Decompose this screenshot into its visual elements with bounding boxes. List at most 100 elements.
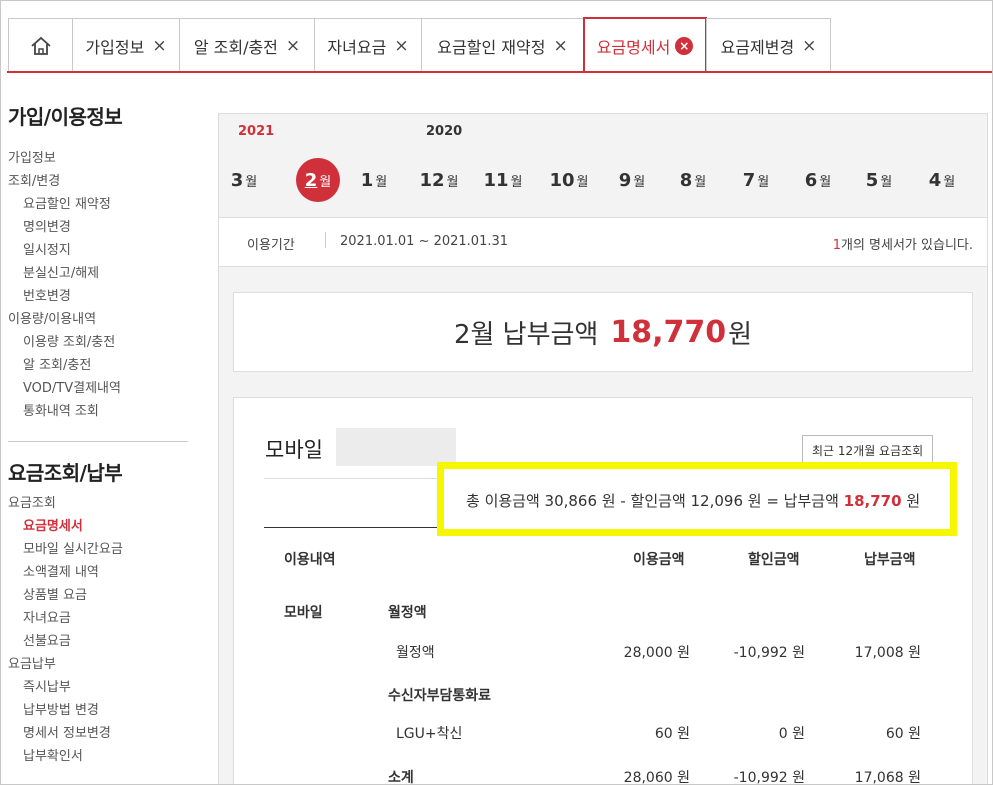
close-icon[interactable]: × (394, 36, 408, 56)
month-item[interactable]: 7월 (734, 158, 778, 202)
subtotal-label: 소계 (388, 770, 414, 785)
month-unit: 월 (319, 174, 332, 190)
month-number: 10 (549, 169, 575, 191)
tab-label: 요금제변경 (720, 38, 795, 57)
month-item[interactable]: 1월 (352, 158, 396, 202)
tab-home[interactable] (8, 18, 73, 73)
service-title: 모바일 (265, 438, 323, 462)
close-icon[interactable]: × (152, 36, 166, 56)
month-item[interactable]: 6월 (796, 158, 840, 202)
usage-amount-cell: 28,060 원 (623, 770, 690, 785)
divider (325, 232, 326, 248)
tab-label: 자녀요금 (327, 38, 387, 57)
close-icon[interactable]: × (286, 36, 300, 56)
sidebar-item[interactable]: 분실신고/해제 (8, 262, 188, 285)
item-label: LGU+착신 (396, 726, 463, 742)
summary-amount: 18,770 (843, 492, 902, 510)
month-item[interactable]: 5월 (857, 158, 901, 202)
sidebar-item[interactable]: VOD/TV결제내역 (8, 377, 188, 400)
sidebar-item[interactable]: 명세서 정보변경 (8, 722, 188, 745)
month-item[interactable]: 10 월 (547, 158, 591, 202)
tab-discount-renewal[interactable]: 요금할인 재약정 × (421, 18, 584, 73)
month-number: 12 (419, 169, 445, 191)
month-item[interactable]: 12 월 (417, 158, 461, 202)
pay-amount-cell: 60 원 (885, 726, 921, 742)
payment-unit: 원 (728, 319, 753, 350)
close-icon[interactable]: × (802, 36, 816, 56)
close-icon[interactable]: × (675, 37, 694, 55)
sidebar-item[interactable]: 요금납부 (8, 653, 188, 676)
sidebar-section-2: 요금조회 요금명세서 모바일 실시간요금 소액결제 내역 상품별 요금 자녀요금 선불요금 요… (8, 492, 188, 768)
sidebar-item[interactable]: 이용량/이용내역 (8, 308, 188, 331)
tab-al-charge[interactable]: 알 조회/충전 × (179, 18, 315, 73)
sidebar-item[interactable]: 상품별 요금 (8, 584, 188, 607)
tab-bill-statement[interactable]: 요금명세서 × (583, 17, 707, 73)
sidebar-section-1: 가입정보 조회/변경 요금할인 재약정 명의변경 일시정지 분실신고/해제 번호변경 이용량/… (8, 147, 188, 423)
sidebar-item[interactable]: 소액결제 내역 (8, 561, 188, 584)
month-number: 8 (679, 169, 693, 191)
app-frame: 가입정보 × 알 조회/충전 × 자녀요금 × 요금할인 재약정 × 요금명세서… (0, 0, 993, 785)
statement-count-number: 1 (832, 238, 841, 253)
month-unit: 월 (375, 174, 388, 190)
statement-count: 1개의 명세서가 있습니다. (833, 234, 973, 253)
sidebar-item[interactable]: 납부방법 변경 (8, 699, 188, 722)
sidebar-item[interactable]: 알 조회/충전 (8, 354, 188, 377)
sidebar-section-title: 요금조회/납부 (8, 461, 123, 485)
sidebar-item[interactable]: 일시정지 (8, 239, 188, 262)
sidebar-item[interactable]: 모바일 실시간요금 (8, 538, 188, 561)
month-unit: 월 (446, 174, 459, 190)
month-unit: 월 (757, 174, 770, 190)
tab-bar: 가입정보 × 알 조회/충전 × 자녀요금 × 요금할인 재약정 × 요금명세서… (1, 1, 992, 74)
period-bar: 이용기간 2021.01.01 ~ 2021.01.31 1개의 명세서가 있습… (219, 217, 987, 267)
year-current: 2021 (238, 124, 275, 139)
sidebar-item[interactable]: 통화내역 조회 (8, 400, 188, 423)
month-unit: 월 (943, 174, 956, 190)
discount-amount-cell: -10,992 원 (733, 645, 805, 661)
month-number: 3 (230, 169, 244, 191)
home-icon (30, 36, 51, 55)
month-item[interactable]: 3월 (222, 158, 266, 202)
month-unit: 월 (245, 174, 258, 190)
year-previous: 2020 (426, 124, 463, 139)
summary-unit: 원 (906, 492, 921, 510)
month-item[interactable]: 8월 (671, 158, 715, 202)
header-pay: 납부금액 (864, 552, 916, 568)
sidebar-item[interactable]: 즉시납부 (8, 676, 188, 699)
month-number: 4 (928, 169, 942, 191)
sidebar-item[interactable]: 납부확인서 (8, 745, 188, 768)
sidebar-item[interactable]: 요금할인 재약정 (8, 193, 188, 216)
month-unit: 월 (880, 174, 893, 190)
tab-subscription-info[interactable]: 가입정보 × (72, 18, 180, 73)
close-icon[interactable]: × (553, 36, 567, 56)
sidebar-item[interactable]: 요금명세서 (8, 515, 188, 538)
month-item[interactable]: 2월 (296, 158, 340, 202)
month-item[interactable]: 4월 (920, 158, 964, 202)
sidebar-item[interactable]: 조회/변경 (8, 170, 188, 193)
month-item[interactable]: 11 월 (481, 158, 525, 202)
pay-amount-cell: 17,068 원 (854, 770, 921, 785)
period-range: 2021.01.01 ~ 2021.01.31 (340, 234, 509, 249)
month-selector: 3 월 2 월 1 월 12 월 11 월 10 월 9 월 8 월 7 월 6 월 5 월 4 월 (219, 158, 987, 208)
sidebar-item[interactable]: 가입정보 (8, 147, 188, 170)
sidebar-item[interactable]: 자녀요금 (8, 607, 188, 630)
month-item[interactable]: 9월 (610, 158, 654, 202)
tab-label: 가입정보 (85, 38, 145, 57)
sidebar-item[interactable]: 명의변경 (8, 216, 188, 239)
sidebar-item[interactable]: 번호변경 (8, 285, 188, 308)
item-label: 월정액 (396, 645, 435, 661)
sidebar-item[interactable]: 선불요금 (8, 630, 188, 653)
sidebar-item[interactable]: 이용량 조회/충전 (8, 331, 188, 354)
tab-child-fee[interactable]: 자녀요금 × (314, 18, 422, 73)
sidebar-item[interactable]: 요금조회 (8, 492, 188, 515)
month-number: 5 (865, 169, 879, 191)
tab-label: 요금명세서 (596, 38, 671, 57)
summary-formula: 총 이용금액 30,866 원 - 할인금액 12,096 원 = 납부금액 (466, 492, 839, 510)
month-unit: 월 (819, 174, 832, 190)
pay-amount-cell: 17,008 원 (854, 645, 921, 661)
discount-amount-cell: 0 원 (778, 726, 805, 742)
recent-12-months-button[interactable]: 최근 12개월 요금조회 (802, 435, 934, 465)
usage-amount-cell: 60 원 (654, 726, 690, 742)
month-unit: 월 (694, 174, 707, 190)
group-label: 월정액 (388, 605, 427, 621)
tab-plan-change[interactable]: 요금제변경 × (706, 18, 831, 73)
